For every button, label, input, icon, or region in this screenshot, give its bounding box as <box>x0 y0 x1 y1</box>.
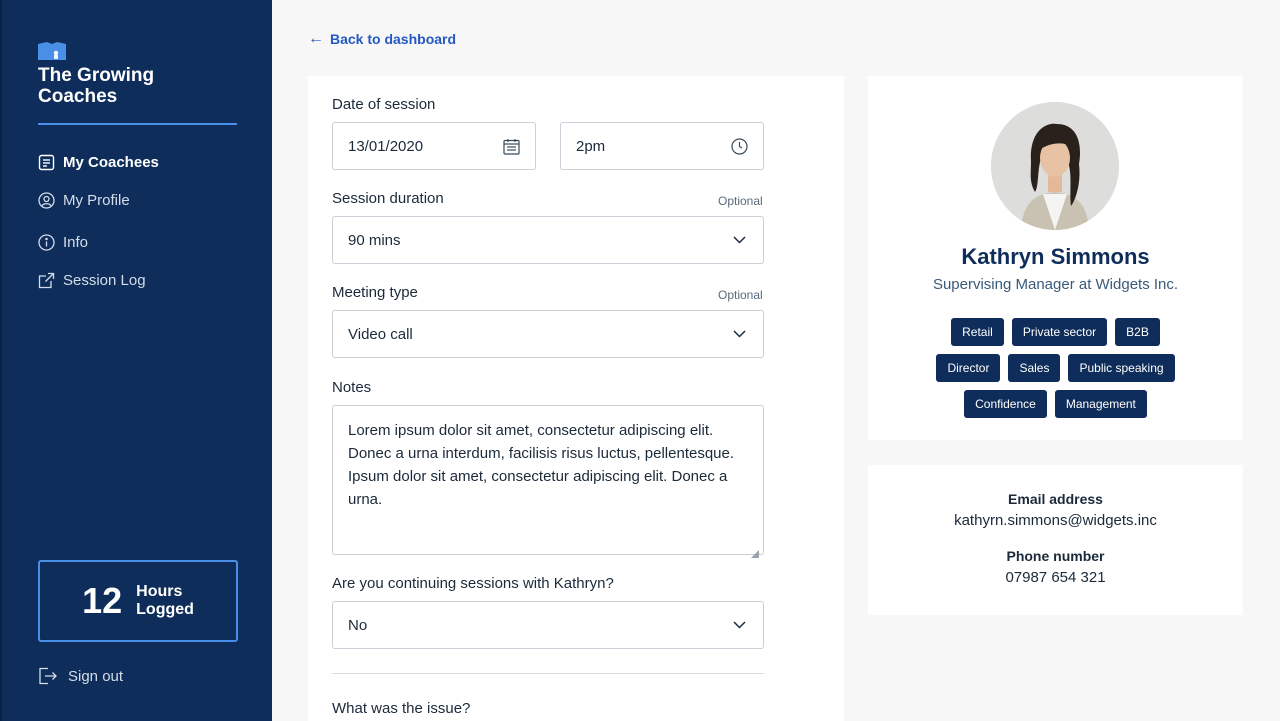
tag-list: Retail Private sector B2B Director Sales… <box>908 318 1203 426</box>
back-to-dashboard-link[interactable]: ← Back to dashboard <box>308 30 456 48</box>
continuing-label: Are you continuing sessions with Kathryn… <box>332 575 614 592</box>
date-input[interactable]: 13/01/2020 <box>332 122 536 170</box>
calendar-icon <box>502 137 520 155</box>
date-value: 13/01/2020 <box>348 137 424 155</box>
sidebar-item-label: Info <box>63 233 89 251</box>
tag: Confidence <box>964 390 1047 418</box>
session-form: Date of session 13/01/2020 2pm Session d… <box>308 76 844 721</box>
sidebar-item-label: My Profile <box>63 191 130 209</box>
notes-label: Notes <box>332 379 372 396</box>
issue-label: What was the issue? <box>332 700 471 717</box>
meeting-type-value: Video call <box>348 325 413 343</box>
hours-value: 12 <box>82 580 123 621</box>
time-input[interactable]: 2pm <box>560 122 764 170</box>
duration-value: 90 mins <box>348 231 401 249</box>
tag-row: Retail Private sector B2B <box>908 318 1203 346</box>
sidebar-item-label: Session Log <box>63 271 146 289</box>
tag: Public speaking <box>1068 354 1175 382</box>
info-icon <box>38 233 55 251</box>
coachee-role: Supervising Manager at Widgets Inc. <box>932 276 1179 293</box>
form-divider <box>332 673 764 674</box>
chevron-down-icon <box>730 616 748 634</box>
notes-textarea[interactable]: Lorem ipsum dolor sit amet, consectetur … <box>332 405 764 558</box>
avatar <box>991 102 1119 230</box>
sign-out-icon <box>38 667 58 685</box>
tag: Director <box>936 354 1001 382</box>
email-label: Email address <box>1008 491 1103 507</box>
email-value[interactable]: kathyrn.simmons@widgets.inc <box>868 512 1243 529</box>
chevron-down-icon <box>730 325 748 343</box>
phone-label: Phone number <box>1006 548 1105 564</box>
tag-row: Director Sales Public speaking <box>908 354 1203 382</box>
hours-label: Hours Logged <box>136 583 194 619</box>
tag: Management <box>1054 390 1147 418</box>
tag: Sales <box>1008 354 1061 382</box>
clock-icon <box>730 137 748 155</box>
meeting-type-select[interactable]: Video call <box>332 310 764 358</box>
sidebar-item-label: My Coachees <box>63 153 159 171</box>
brand-name: The Growing Coaches <box>38 65 155 107</box>
notes-icon <box>38 154 55 171</box>
date-label: Date of session <box>332 96 436 113</box>
continuing-value: No <box>348 616 368 634</box>
meeting-type-label: Meeting type <box>332 284 418 301</box>
tag-row: Confidence Management <box>908 390 1203 418</box>
phone-value[interactable]: 07987 654 321 <box>868 569 1243 586</box>
sign-out-button[interactable]: Sign out <box>38 667 123 685</box>
brand-divider <box>38 123 237 125</box>
sidebar-item-my-coachees[interactable]: My Coachees <box>38 152 159 172</box>
back-link-label: Back to dashboard <box>330 31 457 47</box>
hours-label-line-2: Logged <box>136 601 194 618</box>
tag: Retail <box>951 318 1004 346</box>
hours-label-line-1: Hours <box>136 583 183 600</box>
duration-label: Session duration <box>332 190 444 207</box>
duration-optional: Optional <box>718 194 763 208</box>
hours-logged-box: 12 Hours Logged <box>38 560 238 642</box>
sidebar-item-session-log[interactable]: Session Log <box>38 270 146 290</box>
resize-handle-icon[interactable] <box>751 542 759 558</box>
sidebar-item-my-profile[interactable]: My Profile <box>38 190 130 210</box>
meeting-type-optional: Optional <box>718 288 763 302</box>
tag: Private sector <box>1011 318 1108 346</box>
sidebar-item-info[interactable]: Info <box>38 232 88 252</box>
contact-card: Email address kathyrn.simmons@widgets.in… <box>868 465 1243 615</box>
tag: B2B <box>1115 318 1160 346</box>
notes-value: Lorem ipsum dolor sit amet, consectetur … <box>348 422 735 508</box>
continuing-select[interactable]: No <box>332 601 764 649</box>
coachee-profile-card: Kathryn Simmons Supervising Manager at W… <box>868 76 1243 440</box>
duration-select[interactable]: 90 mins <box>332 216 764 264</box>
user-circle-icon <box>38 191 55 209</box>
arrow-left-icon: ← <box>308 30 324 47</box>
sign-out-label: Sign out <box>68 667 124 685</box>
sidebar: The Growing Coaches My Coachees My Profi… <box>0 0 272 721</box>
external-link-icon <box>38 272 55 289</box>
chevron-down-icon <box>730 231 748 249</box>
logo-icon <box>38 42 66 60</box>
coachee-name: Kathryn Simmons <box>961 244 1150 269</box>
time-value: 2pm <box>576 137 606 155</box>
